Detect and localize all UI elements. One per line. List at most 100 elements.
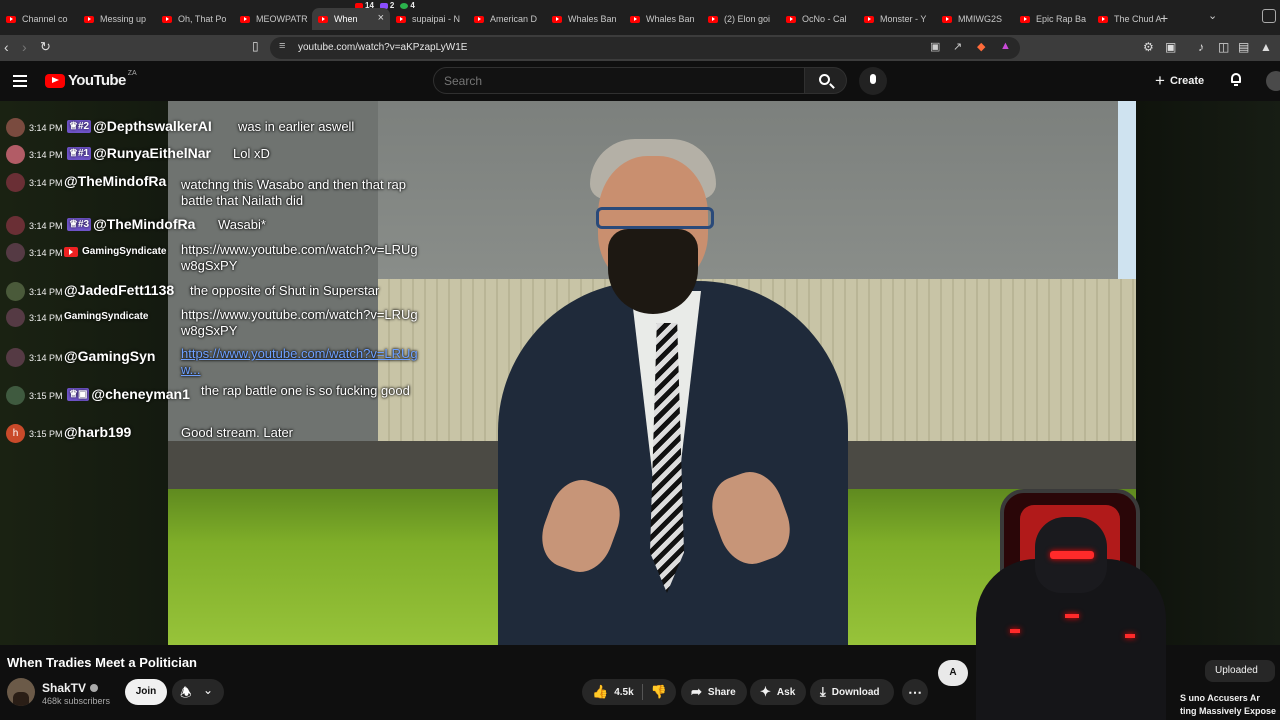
plus-icon: +	[1155, 71, 1165, 90]
browser-tab[interactable]: (2) Elon goi	[702, 8, 780, 30]
channel-avatar[interactable]	[7, 678, 35, 706]
browser-tab[interactable]: Whales Ban	[546, 8, 624, 30]
tab-title: The Chud A	[1114, 14, 1162, 24]
scene-sky	[1118, 101, 1136, 281]
browser-tab[interactable]: When ×	[312, 8, 390, 30]
chat-user: ♕#2 @DepthswalkerAI	[67, 118, 212, 134]
chat-user: GamingSyndicate	[64, 311, 149, 322]
create-button[interactable]: + Create	[1155, 70, 1204, 92]
brave-shield-icon[interactable]: ◆	[977, 40, 985, 53]
search-button[interactable]	[805, 67, 847, 94]
tab-title: Epic Rap Ba	[1036, 14, 1087, 24]
notifications-bell-icon[interactable]	[1229, 72, 1243, 86]
reload-icon[interactable]: ↻	[40, 39, 51, 55]
youtube-favicon-icon	[162, 15, 172, 23]
youtube-logo[interactable]: YouTube ZA	[45, 70, 137, 89]
window-control-icon[interactable]	[1262, 9, 1276, 23]
download-button[interactable]: ⤓ Download	[810, 679, 894, 705]
chat-link[interactable]: https://www.youtube.com/watch?v=LRUgw...	[181, 346, 421, 378]
share-icon: ➦	[691, 684, 702, 699]
youtube-favicon-icon	[630, 15, 640, 23]
url-text[interactable]: youtube.com/watch?v=aKPzapLyW1E	[298, 42, 467, 53]
browser-tab[interactable]: Messing up	[78, 8, 156, 30]
filter-chip-uploaded[interactable]: Uploaded	[1205, 660, 1275, 682]
share-button[interactable]: ➦ Share	[681, 679, 747, 705]
ask-button[interactable]: ✦ Ask	[750, 679, 806, 705]
chat-text: the rap battle one is so fucking good	[201, 383, 410, 398]
voice-search-button[interactable]	[859, 67, 887, 95]
new-tab-button[interactable]: +	[1160, 10, 1168, 26]
bookmark-icon[interactable]: ▯	[252, 39, 259, 53]
chat-avatar	[6, 308, 25, 327]
chat-avatar	[6, 282, 25, 301]
account-avatar[interactable]	[1266, 71, 1280, 91]
wallet-icon[interactable]: ▣	[1165, 40, 1176, 54]
channel-name[interactable]: ShakTV	[42, 681, 99, 695]
site-info-icon[interactable]: ≡	[279, 40, 285, 52]
recommended-item-title[interactable]: S uno Accusers Ar	[1180, 693, 1260, 703]
cast-icon[interactable]: ▣	[930, 40, 940, 53]
search-box[interactable]	[433, 67, 805, 94]
thumbs-up-icon[interactable]: 👍	[592, 684, 608, 700]
browser-tab[interactable]: supaipai - N	[390, 8, 468, 30]
more-actions-button[interactable]: ⋯	[902, 679, 928, 705]
youtube-favicon-icon	[1020, 15, 1030, 23]
sparkle-icon: ✦	[760, 684, 771, 699]
youtube-source-icon	[64, 246, 78, 257]
chat-time: 3:14 PM	[29, 150, 63, 160]
recommended-item-subtitle[interactable]: ting Massively Expose	[1180, 706, 1276, 716]
bell-icon: 🕭	[180, 685, 192, 700]
chat-avatar	[6, 243, 25, 262]
forward-arrow-icon[interactable]: ›	[22, 39, 27, 55]
chat-text: was in earlier aswell	[238, 119, 355, 134]
chat-message: 3:14 PM ♕#1 @RunyaEithelNar Lol xD	[0, 145, 430, 175]
share-page-icon[interactable]: ↗	[953, 40, 962, 53]
youtube-header: YouTube ZA + Create	[0, 61, 1280, 101]
browser-tab[interactable]: MMIWG2S	[936, 8, 1014, 30]
browser-tab[interactable]: American D	[468, 8, 546, 30]
youtube-favicon-icon	[552, 15, 562, 23]
search-input[interactable]	[434, 68, 804, 93]
chat-text: https://www.youtube.com/watch?v=LRUgw8gS…	[181, 307, 418, 338]
tab-title: Messing up	[100, 14, 147, 24]
tab-title: Channel co	[22, 14, 68, 24]
subscribed-button[interactable]: 🕭 ⌄	[172, 679, 224, 705]
hamburger-icon[interactable]	[13, 75, 27, 90]
join-button[interactable]: Join	[125, 679, 167, 705]
close-tab-icon[interactable]: ×	[378, 12, 384, 24]
back-arrow-icon[interactable]: ‹	[4, 39, 9, 55]
browser-tab[interactable]: Channel co	[0, 8, 78, 30]
media-icon[interactable]: ♪	[1198, 40, 1204, 54]
tab-title: Whales Ban	[646, 14, 695, 24]
browser-tab[interactable]: MEOWPATR	[234, 8, 312, 30]
thumbs-down-icon[interactable]: 👎	[651, 684, 667, 700]
like-divider	[641, 684, 643, 700]
like-count[interactable]: 4.5k	[614, 687, 633, 698]
youtube-favicon-icon	[474, 15, 484, 23]
chat-time: 3:14 PM	[29, 123, 63, 133]
browser-tab[interactable]: Oh, That Po	[156, 8, 234, 30]
tab-search-chevron-icon[interactable]: ⌄	[1208, 9, 1217, 22]
vpn-icon[interactable]: ▲	[1260, 40, 1272, 54]
youtube-favicon-icon	[1098, 15, 1108, 23]
chat-user: ♕#3 @TheMindofRa	[67, 216, 196, 232]
download-icon: ⤓	[820, 684, 826, 699]
browser-tab[interactable]: OcNo - Cal	[780, 8, 858, 30]
browser-tab[interactable]: Epic Rap Ba	[1014, 8, 1092, 30]
sidebar-icon[interactable]: ◫	[1218, 40, 1229, 54]
tab-title: MMIWG2S	[958, 14, 1002, 24]
browser-tab[interactable]: Whales Ban	[624, 8, 702, 30]
address-bar[interactable]: ≡ youtube.com/watch?v=aKPzapLyW1E ▣ ↗ ◆ …	[270, 37, 1020, 59]
browser-tab[interactable]: Monster - Y	[858, 8, 936, 30]
browser-tab[interactable]: The Chud A	[1092, 8, 1170, 30]
chat-avatar	[6, 145, 25, 164]
chat-avatar	[6, 118, 25, 137]
filter-chip-all[interactable]: A	[938, 660, 968, 686]
tab-groups-icon[interactable]: ▤	[1238, 40, 1249, 54]
extensions-icon[interactable]: ⚙	[1143, 40, 1154, 54]
rewards-icon[interactable]: ▲	[1000, 40, 1011, 52]
verified-check-icon	[90, 684, 99, 692]
streamer-avatar-overlay	[940, 489, 1200, 720]
chat-text: https://www.youtube.com/watch?v=LRUgw8gS…	[181, 242, 418, 273]
tab-title: (2) Elon goi	[724, 14, 771, 24]
